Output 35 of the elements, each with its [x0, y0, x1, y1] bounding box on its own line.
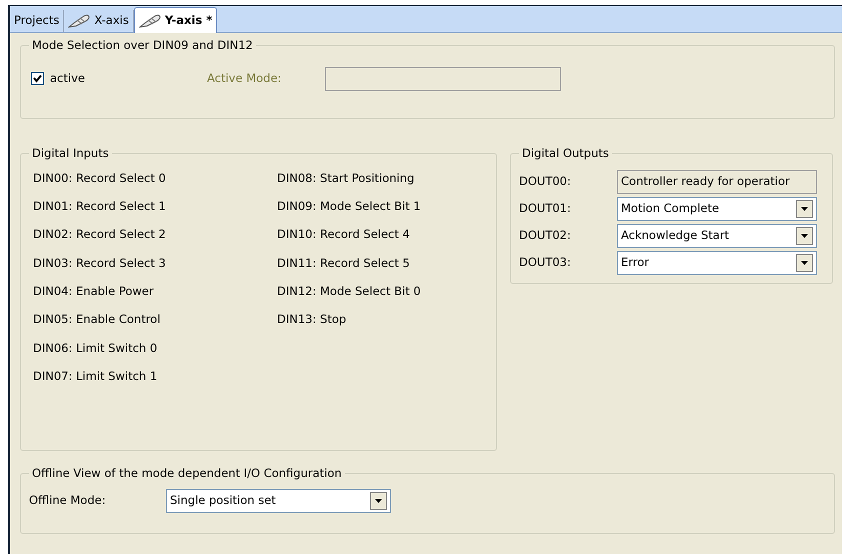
input-label: DIN06: Limit Switch 0	[33, 342, 158, 356]
input-label: DIN13: Stop	[277, 313, 348, 328]
group-title: Mode Selection over DIN09 and DIN12	[31, 39, 254, 53]
group-title: Offline View of the mode dependent I/O Configuration	[31, 467, 343, 481]
tab[interactable]: Y-axis *	[134, 7, 218, 33]
input-label: DIN11: Record Select 5	[277, 256, 411, 270]
input-label: DIN03: Record Select 3	[33, 256, 167, 270]
checkbox[interactable]	[31, 72, 44, 86]
readonly-field: Controller ready for operatior	[617, 170, 817, 194]
input-label: DIN10: Record Select 4	[277, 228, 411, 242]
field-label: Active Mode:	[206, 70, 282, 88]
input-label: DIN00: Record Select 0	[33, 172, 167, 186]
dropdown[interactable]: Single position set	[166, 488, 391, 513]
input-label: DIN01: Record Select 1	[33, 200, 167, 214]
dropdown[interactable]: Motion Complete	[617, 196, 817, 221]
field-label: Offline Mode:	[29, 494, 107, 508]
input-label: DIN09: Mode Select Bit 1	[277, 200, 422, 214]
input-label: DIN08: Start Positioning	[277, 172, 416, 186]
group-title: Digital Outputs	[521, 147, 610, 161]
checkbox-label: active	[50, 70, 85, 88]
group-title: Digital Inputs	[31, 147, 110, 161]
input-label: DIN02: Record Select 2	[33, 228, 167, 242]
dropdown[interactable]: Acknowledge Start	[617, 224, 817, 248]
input-label: DIN05: Enable Control	[33, 313, 162, 328]
input-label: DIN12: Mode Select Bit 0	[277, 284, 422, 299]
output-label: DOUT03:	[519, 256, 572, 270]
tab[interactable]: X-axis	[64, 10, 134, 32]
dropdown[interactable]: Error	[617, 250, 817, 275]
input-label: DIN07: Limit Switch 1	[33, 370, 158, 384]
output-label: DOUT01:	[519, 202, 572, 216]
input-field[interactable]	[325, 66, 562, 91]
input-label: DIN04: Enable Power	[33, 284, 155, 299]
output-label: DOUT00:	[519, 174, 572, 189]
tab[interactable]: Projects	[10, 10, 64, 32]
output-label: DOUT02:	[519, 228, 572, 243]
